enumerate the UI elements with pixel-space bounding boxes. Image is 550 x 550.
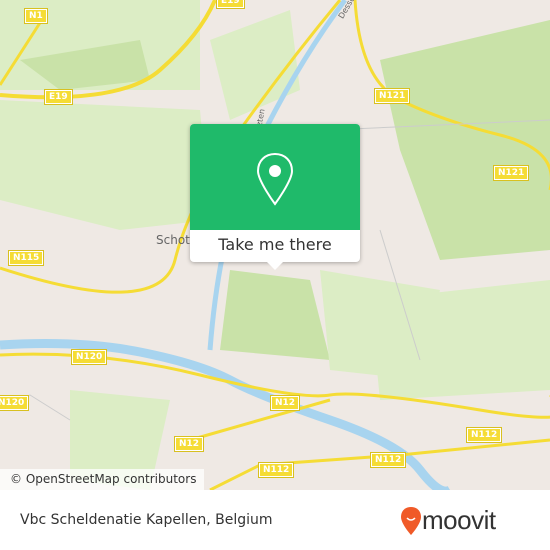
location-popup: Take me there xyxy=(190,124,360,270)
take-me-there-button[interactable]: Take me there xyxy=(190,230,360,262)
road-shield: N12 xyxy=(173,436,205,452)
moovit-pin-icon xyxy=(401,506,421,535)
footer: Vbc Scheldenatie Kapellen, Belgium moovi… xyxy=(0,490,550,550)
popup-header xyxy=(190,124,360,230)
road-shield: N120 xyxy=(70,349,108,365)
road-shield: E19 xyxy=(216,0,245,9)
road-shield: N112 xyxy=(465,427,503,443)
road-shield: N120 xyxy=(0,395,30,411)
moovit-logo: moovit xyxy=(400,505,496,536)
road-shield: N112 xyxy=(369,452,407,468)
place-label: Schot xyxy=(156,233,190,247)
road-shield: N112 xyxy=(257,462,295,478)
moovit-wordmark: moovit xyxy=(422,505,496,535)
map-attribution[interactable]: © OpenStreetMap contributors xyxy=(0,469,205,490)
road-shield: N1 xyxy=(24,8,48,24)
road-shield: E19 xyxy=(44,89,73,105)
location-title: Vbc Scheldenatie Kapellen, Belgium xyxy=(20,512,273,528)
road-shield: N121 xyxy=(373,88,411,104)
road-shield: N115 xyxy=(7,250,45,266)
map-pin-icon xyxy=(256,152,294,206)
road-shield: N121 xyxy=(492,165,530,181)
map[interactable]: N1 E19 E19 N121 N121 N115 N120 N120 N12 … xyxy=(0,0,550,490)
road-shield: N12 xyxy=(269,395,301,411)
